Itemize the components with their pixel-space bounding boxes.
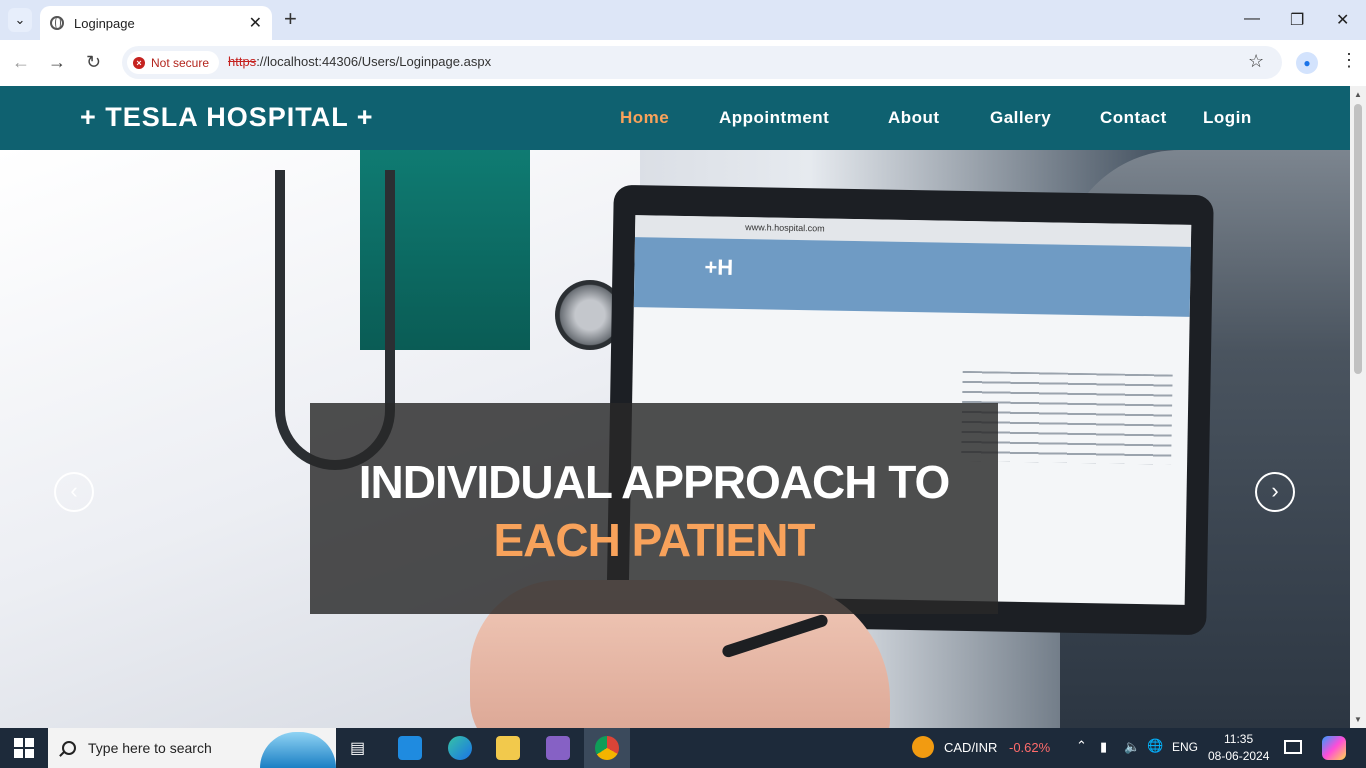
- browser-tab-strip: ⌄ Loginpage ✕ + — ❐ ✕: [0, 0, 1366, 40]
- windows-start-icon[interactable]: [14, 738, 34, 758]
- scroll-up-icon[interactable]: ▲: [1354, 90, 1362, 99]
- ticker-icon[interactable]: [912, 736, 934, 758]
- address-bar[interactable]: × Not secure https://localhost:44306/Use…: [122, 46, 1282, 79]
- language-indicator[interactable]: ENG: [1172, 740, 1198, 754]
- site-brand[interactable]: + TESLA HOSPITAL +: [80, 102, 374, 133]
- taskbar: Type here to search ▤ CAD/INR -0.62% ⌃ ▮…: [0, 728, 1366, 768]
- clock-time[interactable]: 11:35: [1224, 732, 1253, 746]
- scroll-down-icon[interactable]: ▼: [1354, 715, 1362, 724]
- tab-search-button[interactable]: ⌄: [8, 8, 32, 32]
- search-highlight-art: [260, 732, 336, 768]
- tab-title: Loginpage: [74, 15, 135, 31]
- url-protocol: https: [228, 54, 257, 69]
- scroll-thumb[interactable]: [1354, 104, 1362, 374]
- search-icon: [62, 741, 76, 755]
- browser-toolbar: ← → ↻ × Not secure https://localhost:443…: [0, 40, 1366, 86]
- security-chip[interactable]: × Not secure: [127, 51, 220, 74]
- nav-about[interactable]: About: [888, 108, 940, 128]
- new-tab-button[interactable]: +: [284, 8, 297, 30]
- laptop-screen-logo: +H: [704, 254, 734, 280]
- taskbar-search-placeholder: Type here to search: [88, 740, 212, 756]
- back-icon[interactable]: ←: [12, 52, 30, 72]
- globe-icon: [50, 16, 64, 30]
- warning-icon: ×: [133, 56, 145, 69]
- forward-icon[interactable]: →: [48, 52, 66, 72]
- mail-icon[interactable]: [398, 736, 422, 760]
- edge-icon[interactable]: [448, 736, 472, 760]
- nav-login[interactable]: Login: [1203, 108, 1252, 128]
- chevron-down-icon: ⌄: [14, 12, 26, 27]
- taskbar-search[interactable]: Type here to search: [48, 728, 336, 768]
- nav-appointment[interactable]: Appointment: [719, 108, 829, 128]
- task-view-icon[interactable]: ▤: [350, 738, 365, 758]
- chevron-up-icon[interactable]: ⌃: [1076, 738, 1087, 754]
- url-text[interactable]: https://localhost:44306/Users/Loginpage.…: [228, 54, 491, 69]
- site-navbar: + TESLA HOSPITAL + Home Appointment Abou…: [0, 86, 1350, 150]
- page-scrollbar[interactable]: ▲ ▼: [1350, 86, 1366, 728]
- notification-icon[interactable]: [1284, 740, 1302, 754]
- browser-tab[interactable]: Loginpage ✕: [40, 6, 272, 40]
- network-globe-icon[interactable]: 🌐: [1147, 738, 1163, 754]
- carousel-next-icon[interactable]: ›: [1255, 472, 1295, 512]
- hero-carousel: www.h.hospital.com +H INDIVIDUAL APPROAC…: [0, 150, 1350, 728]
- nav-gallery[interactable]: Gallery: [990, 108, 1051, 128]
- ticker-symbol[interactable]: CAD/INR: [944, 740, 997, 755]
- file-explorer-icon[interactable]: [496, 736, 520, 760]
- menu-kebab-icon[interactable]: ⋮: [1340, 50, 1358, 71]
- volume-icon[interactable]: 🔈: [1124, 739, 1140, 755]
- restore-icon[interactable]: ❐: [1290, 10, 1304, 30]
- battery-icon[interactable]: ▮: [1100, 739, 1107, 755]
- carousel-prev-icon[interactable]: ‹: [54, 472, 94, 512]
- close-tab-icon[interactable]: ✕: [249, 13, 262, 33]
- profile-avatar-icon[interactable]: ●: [1296, 52, 1318, 74]
- ticker-change: -0.62%: [1009, 740, 1051, 755]
- bookmark-star-icon[interactable]: ☆: [1248, 51, 1264, 72]
- nav-contact[interactable]: Contact: [1100, 108, 1167, 128]
- laptop-screen-url: www.h.hospital.com: [745, 222, 825, 234]
- chrome-icon[interactable]: [595, 736, 619, 760]
- minimize-icon[interactable]: —: [1244, 10, 1260, 28]
- close-window-icon[interactable]: ✕: [1336, 10, 1349, 30]
- reload-icon[interactable]: ↻: [86, 52, 101, 72]
- copilot-icon[interactable]: [1322, 736, 1346, 760]
- nav-home[interactable]: Home: [620, 108, 669, 128]
- hero-caption-line2: EACH PATIENT: [493, 514, 815, 566]
- hero-caption-line1: INDIVIDUAL APPROACH TO: [358, 456, 951, 508]
- clock-date[interactable]: 08-06-2024: [1208, 749, 1269, 763]
- url-rest: ://localhost:44306/Users/Loginpage.aspx: [256, 54, 492, 69]
- visual-studio-icon[interactable]: [546, 736, 570, 760]
- security-label: Not secure: [151, 55, 210, 70]
- page-viewport: + TESLA HOSPITAL + Home Appointment Abou…: [0, 86, 1350, 728]
- hero-caption: INDIVIDUAL APPROACH TO EACH PATIENT: [310, 403, 998, 614]
